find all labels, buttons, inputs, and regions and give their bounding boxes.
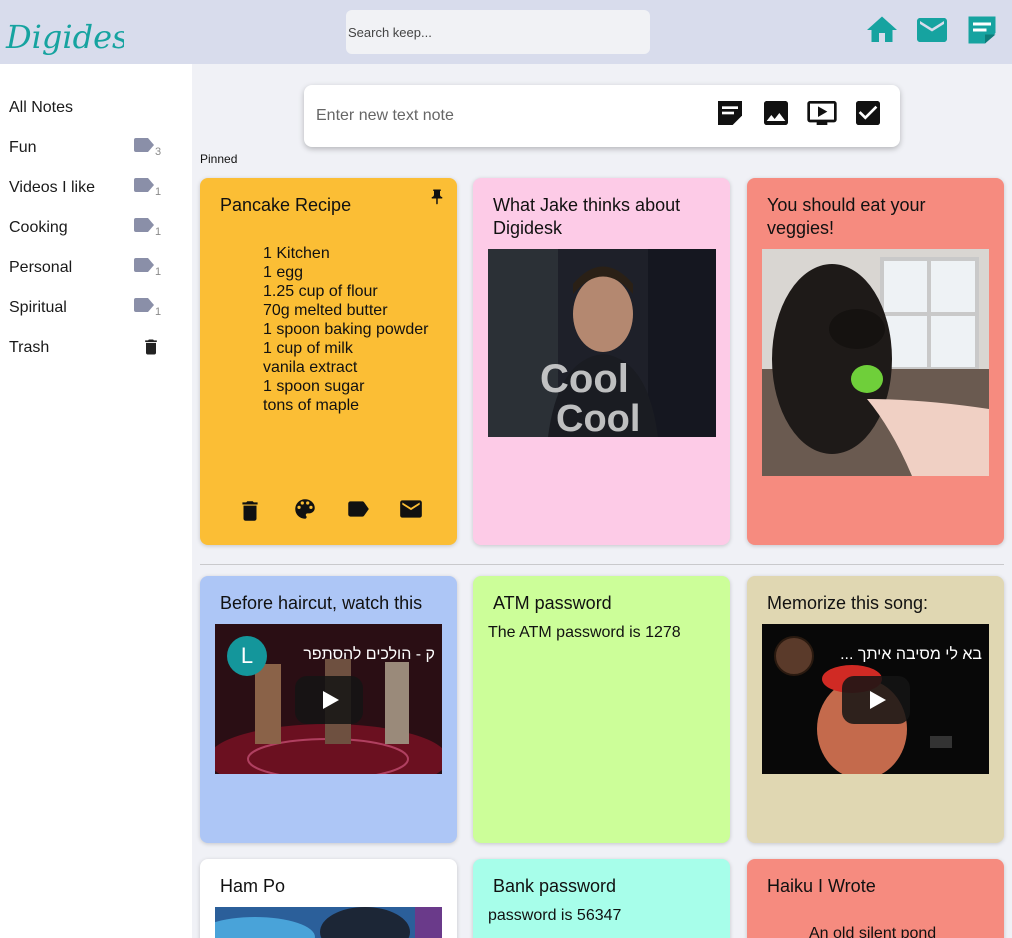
sidebar-item-videos[interactable]: Videos I like 1 <box>0 170 192 210</box>
note-title: Haiku I Wrote <box>767 876 876 896</box>
app-header: Digidesk <box>0 0 1012 64</box>
new-note-input[interactable] <box>314 95 708 137</box>
sidebar-item-label: Trash <box>9 339 50 356</box>
note-card-jake[interactable]: What Jake thinks about Digidesk Cool Coo… <box>473 178 730 545</box>
note-title: Before haircut, watch this <box>220 593 423 613</box>
list-item: 1 spoon baking powder <box>263 321 429 338</box>
todo-icon[interactable] <box>852 97 884 129</box>
sidebar-item-cooking[interactable]: Cooking 1 <box>0 210 192 250</box>
gif-frame: Cool Cool <box>488 249 716 437</box>
search-input[interactable] <box>346 10 650 54</box>
pin-icon[interactable] <box>428 186 446 208</box>
svg-text:Cool: Cool <box>540 357 629 401</box>
sidebar-item-all-notes[interactable]: All Notes <box>0 90 192 130</box>
sidebar-item-label: Cooking <box>9 219 68 236</box>
note-card-veggies[interactable]: You should eat your veggies! <box>747 178 1004 545</box>
note-body: password is 56347 <box>488 907 622 924</box>
recipe-list: 1 Kitchen 1 egg 1.25 cup of flour 70g me… <box>263 244 428 415</box>
sidebar-item-label: Fun <box>9 139 37 156</box>
note-title: ATM password <box>493 593 612 613</box>
gif-image[interactable]: Cool Cool <box>488 249 716 437</box>
image-icon[interactable] <box>760 97 792 129</box>
sidebar: All Notes Fun 3 Videos I like 1 Cooking … <box>0 64 192 938</box>
label-icon <box>134 258 154 272</box>
mail-icon[interactable] <box>914 12 950 48</box>
sidebar-item-fun[interactable]: Fun 3 <box>0 130 192 170</box>
svg-text:Digidesk: Digidesk <box>5 18 124 56</box>
note-card-bank[interactable]: Bank password password is 56347 <box>473 859 730 938</box>
list-item: tons of maple <box>263 397 360 414</box>
note-card-haircut[interactable]: Before haircut, watch this L ק - הולכים … <box>200 576 457 843</box>
list-item: 1 cup of milk <box>263 340 353 357</box>
list-item: 1 spoon sugar <box>263 378 365 395</box>
note-card-ham[interactable]: Ham Po <box>200 859 457 938</box>
label-icon <box>134 178 154 192</box>
label-count: 3 <box>155 146 162 158</box>
label-icon <box>134 138 154 152</box>
channel-avatar[interactable] <box>774 636 814 676</box>
sidebar-item-personal[interactable]: Personal 1 <box>0 250 192 290</box>
channel-avatar[interactable]: L <box>227 636 267 676</box>
video-icon[interactable] <box>806 97 838 129</box>
sidebar-item-label: Personal <box>9 259 73 276</box>
list-item: 1.25 cup of flour <box>263 283 378 300</box>
sidebar-item-label: Spiritual <box>9 299 67 316</box>
new-note-composer <box>304 85 900 147</box>
label-count: 1 <box>155 306 162 318</box>
note-title: Memorize this song: <box>767 593 929 613</box>
video-title[interactable]: ק - הולכים להסתפר <box>265 646 435 664</box>
note-title: Ham Po <box>220 876 286 896</box>
note-card-haiku[interactable]: Haiku I Wrote An old silent pond <box>747 859 1004 938</box>
video-title[interactable]: בא לי מסיבה איתך ... <box>812 646 982 664</box>
play-button[interactable] <box>842 676 910 724</box>
list-item: vanila extract <box>263 359 358 376</box>
text-note-icon[interactable] <box>714 97 746 129</box>
svg-text:Cool: Cool <box>556 398 640 437</box>
note-card-song[interactable]: Memorize this song: בא לי מסיבה איתך ... <box>747 576 1004 843</box>
home-icon[interactable] <box>864 12 900 48</box>
note-title: You should eat your veggies! <box>767 195 926 238</box>
palette-icon[interactable] <box>292 496 318 522</box>
note-body: The ATM password is 1278 <box>488 624 681 641</box>
section-divider <box>200 564 1004 565</box>
label-count: 1 <box>155 266 162 278</box>
play-button[interactable] <box>295 676 363 724</box>
list-item: 1 Kitchen <box>263 245 330 262</box>
note-toolbar <box>230 496 430 524</box>
sidebar-item-label: Videos I like <box>9 179 95 196</box>
label-icon <box>134 298 154 312</box>
note-icon[interactable] <box>964 12 1000 48</box>
note-title: Pancake Recipe <box>220 195 352 215</box>
digidesk-logo[interactable]: Digidesk <box>4 4 124 62</box>
label-icon[interactable] <box>345 496 371 522</box>
note-card-atm[interactable]: ATM password The ATM password is 1278 <box>473 576 730 843</box>
label-count: 1 <box>155 226 162 238</box>
list-item: 1 egg <box>263 264 304 281</box>
label-icon <box>134 218 154 232</box>
note-body: An old silent pond <box>809 925 937 938</box>
youtube-embed[interactable]: בא לי מסיבה איתך ... <box>762 624 989 774</box>
dog-photo <box>762 249 989 476</box>
label-count: 1 <box>155 186 162 198</box>
note-title: What Jake thinks about Digidesk <box>493 195 681 238</box>
sidebar-item-label: All Notes <box>9 99 74 116</box>
list-item: 70g melted butter <box>263 302 388 319</box>
sidebar-item-spiritual[interactable]: Spiritual 1 <box>0 290 192 330</box>
note-image[interactable] <box>215 907 442 938</box>
delete-icon[interactable] <box>237 498 263 524</box>
note-card-pancake[interactable]: Pancake Recipe 1 Kitchen 1 egg 1.25 cup … <box>200 178 457 545</box>
mail-icon[interactable] <box>398 496 424 522</box>
youtube-embed[interactable]: L ק - הולכים להסתפר <box>215 624 442 774</box>
trash-icon <box>145 339 157 355</box>
pinned-section-label: Pinned <box>200 152 238 166</box>
dog-image[interactable] <box>762 249 989 476</box>
note-title: Bank password <box>493 876 617 896</box>
sidebar-item-trash[interactable]: Trash <box>0 330 192 370</box>
image-thumbnail <box>215 907 442 938</box>
